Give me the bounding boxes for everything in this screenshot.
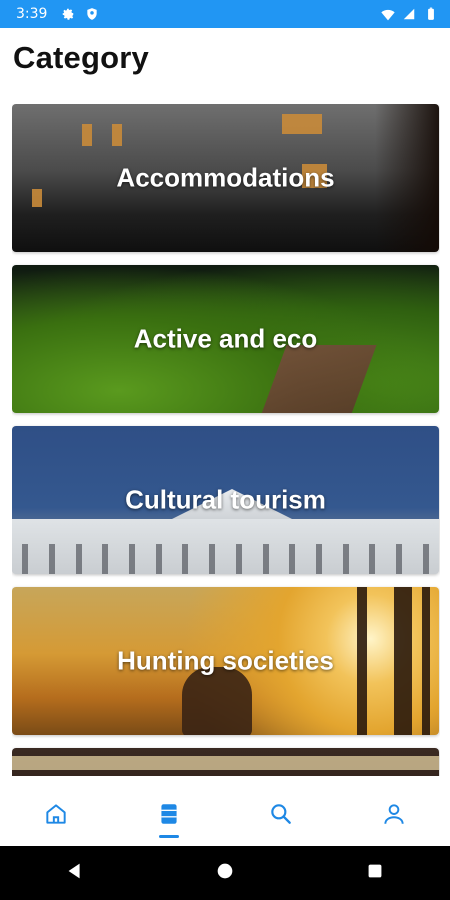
status-time: 3:39	[16, 6, 48, 22]
profile-icon	[381, 801, 407, 831]
nav-home[interactable]	[26, 786, 86, 846]
category-card-partial[interactable]	[12, 748, 439, 776]
page-title: Category	[13, 40, 149, 75]
photo-detail	[82, 124, 92, 146]
system-home-button[interactable]	[205, 853, 245, 893]
signal-icon	[402, 7, 416, 21]
system-recents-button[interactable]	[355, 853, 395, 893]
photo-detail	[12, 519, 439, 574]
photo-detail	[282, 114, 322, 134]
search-icon	[268, 801, 294, 831]
wifi-icon	[380, 7, 395, 21]
home-circle-icon	[214, 860, 236, 886]
nav-search[interactable]	[251, 786, 311, 846]
category-list[interactable]: Accommodations Active and eco Cultural t…	[12, 104, 440, 776]
nav-profile[interactable]	[364, 786, 424, 846]
status-bar: 3:39	[0, 0, 450, 28]
battery-icon	[424, 7, 438, 21]
system-back-button[interactable]	[55, 853, 95, 893]
photo-detail	[112, 124, 122, 146]
category-icon	[156, 801, 182, 831]
home-icon	[43, 801, 69, 831]
category-label: Active and eco	[133, 323, 318, 354]
category-card-accommodations[interactable]: Accommodations	[12, 104, 439, 252]
nav-category[interactable]	[139, 786, 199, 846]
category-label: Hunting societies	[117, 645, 334, 676]
category-card-cultural-tourism[interactable]: Cultural tourism	[12, 426, 439, 574]
photo-detail	[257, 345, 377, 413]
shield-icon	[85, 7, 99, 21]
category-label: Cultural tourism	[125, 484, 326, 515]
category-card-active-and-eco[interactable]: Active and eco	[12, 265, 439, 413]
bottom-navigation	[0, 786, 450, 846]
system-navigation-bar	[0, 846, 450, 900]
back-icon	[64, 860, 86, 886]
photo-detail	[182, 667, 252, 735]
category-label: Accommodations	[116, 162, 335, 193]
photo-detail	[12, 756, 439, 770]
category-card-hunting-societies[interactable]: Hunting societies	[12, 587, 439, 735]
gear-icon	[61, 7, 75, 21]
recents-icon	[364, 860, 386, 886]
